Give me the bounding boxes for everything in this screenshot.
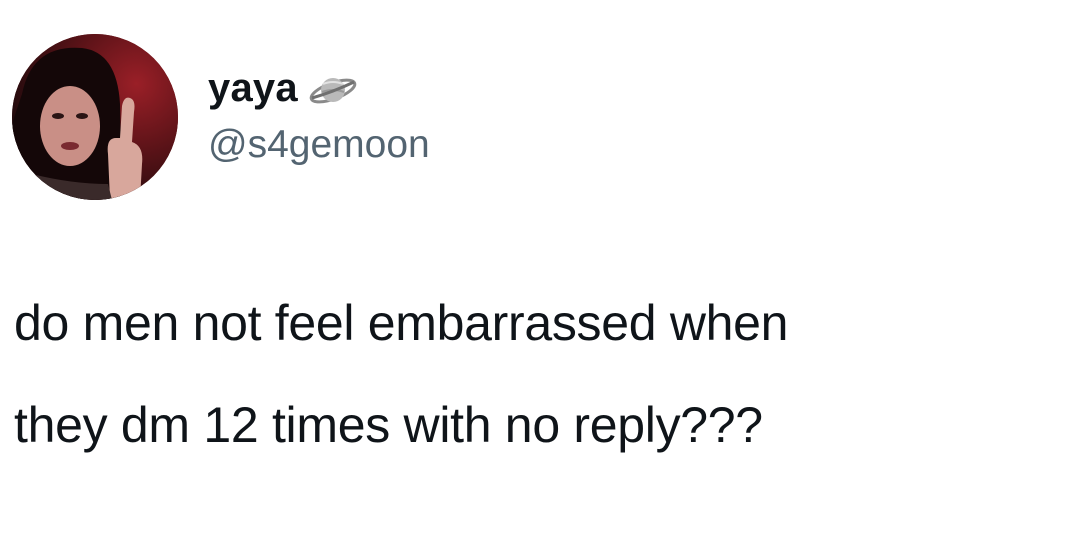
user-handle[interactable]: @s4gemoon [208,123,430,167]
tweet-text-line-1: do men not feel embarrassed when [14,295,789,351]
avatar-photo [12,34,178,200]
author-name-row: yaya [208,66,358,110]
ringed-planet-icon [308,70,358,110]
tweet-card: yaya @s4gemoon do men not feel embarrass… [0,0,1079,546]
avatar[interactable] [12,34,178,200]
display-name[interactable]: yaya [208,66,298,110]
tweet-text-line-2: they dm 12 times with no reply??? [14,397,763,453]
tweet-text: do men not feel embarrassed when they dm… [14,272,1064,476]
